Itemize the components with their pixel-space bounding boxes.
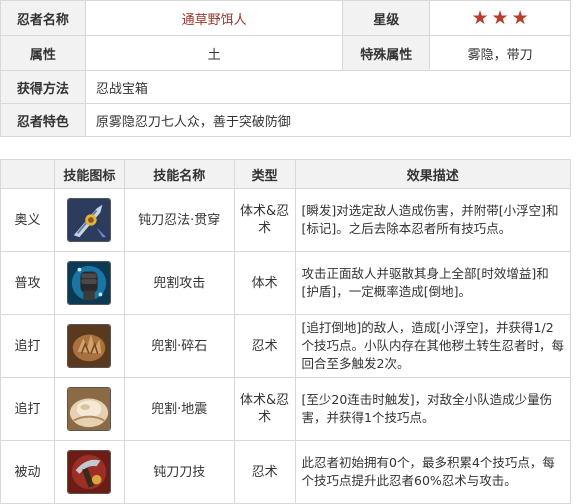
star-icon: ★ xyxy=(511,6,529,29)
skill-desc: 攻击正面敌人并驱散其身上全部[时效增益]和[护盾]，一定概率造成[倒地]。 xyxy=(294,251,572,315)
skills-table: 技能图标 技能名称 类型 效果描述 奥义 钝刀忍法·贯穿 体术&忍术 [瞬发]对… xyxy=(0,159,572,504)
name-label: 忍者名称 xyxy=(0,0,86,36)
skill-category: 普攻 xyxy=(0,251,55,315)
skill-name: 兜割·碎石 xyxy=(123,314,235,378)
skill-type: 体术&忍术 xyxy=(233,188,296,252)
skill-row-passive: 被动 钝刀刀技 忍术 此忍者初始拥有0个，最多积累4个技巧点，每个技巧点提升此忍… xyxy=(0,440,572,504)
special-label: 特殊属性 xyxy=(342,35,431,71)
star-label: 星级 xyxy=(342,0,431,36)
skill-category: 追打 xyxy=(0,377,55,441)
star-icon: ★ xyxy=(471,6,489,29)
header-name: 技能名称 xyxy=(123,159,235,189)
fist-icon[interactable] xyxy=(67,261,112,305)
skill-name: 兜割·地震 xyxy=(123,377,235,441)
skill-name: 钝刀刀技 xyxy=(123,440,235,504)
star-icon: ★ xyxy=(491,6,509,29)
feature-value: 原雾隐忍刀七人众，善于突破防御 xyxy=(84,103,572,137)
skill-category: 被动 xyxy=(0,440,55,504)
earthquake-icon[interactable] xyxy=(67,387,112,431)
skill-row-ougi: 奥义 钝刀忍法·贯穿 体术&忍术 [瞬发]对选定敌人造成伤害，并附带[小浮空]和… xyxy=(0,188,572,252)
blade-pierce-icon[interactable] xyxy=(67,198,112,242)
skill-type: 忍术 xyxy=(233,440,296,504)
skill-category: 奥义 xyxy=(0,188,55,252)
obtain-label: 获得方法 xyxy=(0,70,86,104)
header-icon: 技能图标 xyxy=(53,159,125,189)
header-desc: 效果描述 xyxy=(294,159,572,189)
obtain-value: 忍战宝箱 xyxy=(84,70,572,104)
rock-burst-icon[interactable] xyxy=(67,324,112,368)
skill-desc: [追打倒地]的敌人，造成[小浮空]，并获得1/2个技巧点。小队内存在其他秽土转生… xyxy=(294,314,572,378)
skill-type: 忍术 xyxy=(233,314,296,378)
feature-label: 忍者特色 xyxy=(0,103,86,137)
skill-name: 兜割攻击 xyxy=(123,251,235,315)
ninja-info-table: 忍者名称 通草野饵人 星级 ★ ★ ★ 属性 土 特殊属性 雾隐，带刀 获得方法 忍… xyxy=(0,0,572,137)
skill-row-chase-2: 追打 兜割·地震 体术&忍术 [至少20连击时触发]，对敌全小队造成少量伤害，并… xyxy=(0,377,572,441)
skill-type: 体术 xyxy=(233,251,296,315)
header-category xyxy=(0,159,55,189)
skill-category: 追打 xyxy=(0,314,55,378)
attr-label: 属性 xyxy=(0,35,86,71)
blunt-blade-icon[interactable] xyxy=(67,450,112,494)
skill-desc: [瞬发]对选定敌人造成伤害，并附带[小浮空]和[标记]。之后去除本忍者所有技巧点… xyxy=(294,188,572,252)
skill-type: 体术&忍术 xyxy=(233,377,296,441)
skill-row-normal-attack: 普攻 兜割攻击 体术 攻击正面敌人并驱散其身上全部[时效增益]和[护盾]，一定概… xyxy=(0,251,572,315)
skill-name: 钝刀忍法·贯穿 xyxy=(123,188,235,252)
header-type: 类型 xyxy=(233,159,296,189)
skill-desc: [至少20连击时触发]，对敌全小队造成少量伤害，并获得1个技巧点。 xyxy=(294,377,572,441)
skill-desc: 此忍者初始拥有0个，最多积累4个技巧点，每个技巧点提升此忍者60%忍术与攻击。 xyxy=(294,440,572,504)
attr-value: 土 xyxy=(84,35,344,71)
skill-row-chase-1: 追打 兜割·碎石 忍术 [追打倒地]的敌人，造成[小浮空]，并获得1/2个技巧点… xyxy=(0,314,572,378)
special-value: 雾隐，带刀 xyxy=(429,35,571,71)
star-rating: ★ ★ ★ xyxy=(429,0,571,36)
ninja-name[interactable]: 通草野饵人 xyxy=(84,0,344,36)
